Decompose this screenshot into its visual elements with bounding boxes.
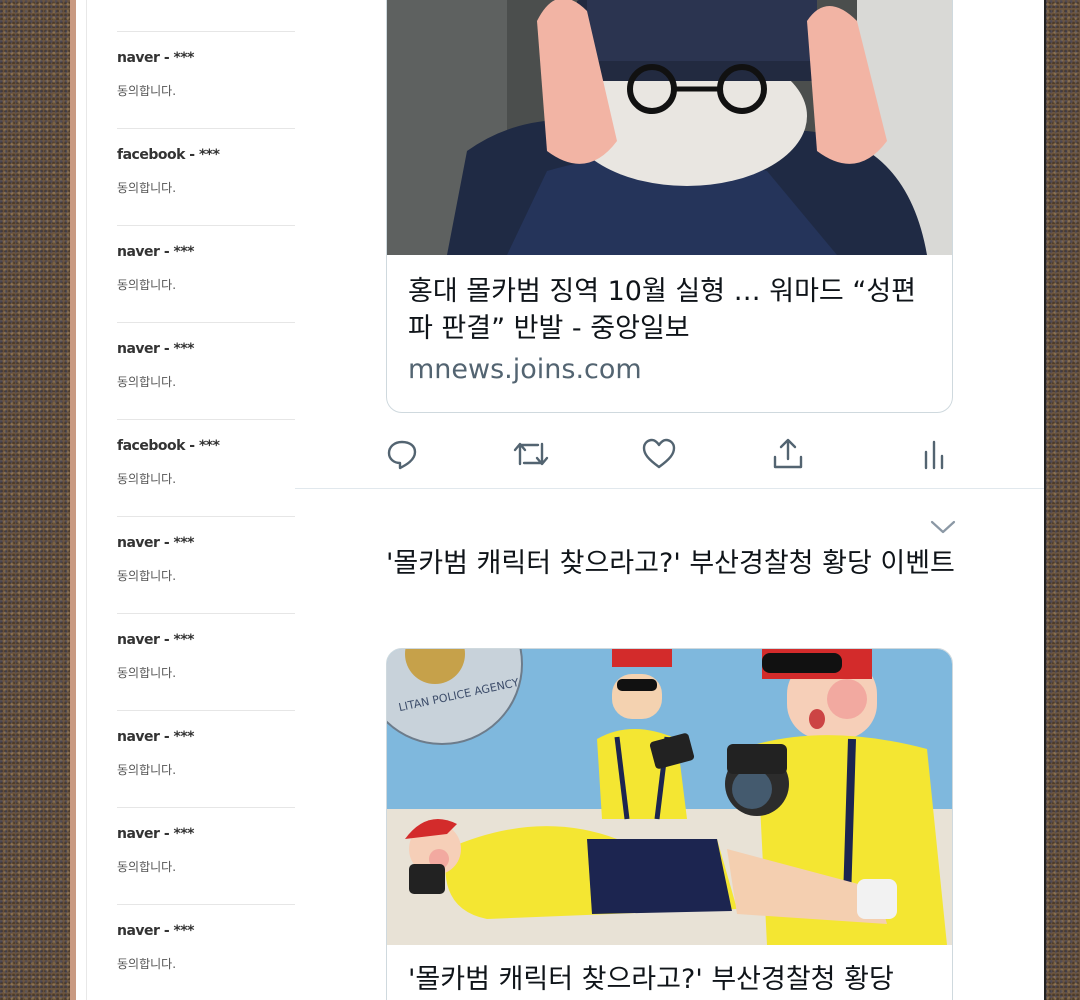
analytics-icon[interactable] [914, 433, 954, 475]
comment-text: 동의합니다. [117, 278, 177, 292]
list-item: naver - *** 동의합니다. [117, 904, 295, 1000]
comment-text: 동의합니다. [117, 181, 177, 195]
tweet-actions [386, 433, 951, 475]
list-item: naver - *** 동의합니다. [117, 225, 295, 322]
card-image: LITAN POLICE AGENCY [387, 649, 952, 945]
reply-icon[interactable] [382, 433, 422, 475]
retweet-icon[interactable] [511, 433, 551, 475]
list-item: facebook - *** 동의합니다. [117, 419, 295, 516]
card-domain: mnews.joins.com [408, 354, 642, 385]
comment-author: naver - *** [117, 50, 194, 66]
comment-text: 동의합니다. [117, 472, 177, 486]
link-card[interactable]: LITAN POLICE AGENCY '몰카범 캐릭터 찾으라고?' 부산경찰… [386, 648, 953, 1000]
list-item: naver - *** 동의합니다. [117, 710, 295, 807]
window-edge [1044, 0, 1046, 1000]
comment-text: 동의합니다. [117, 666, 177, 680]
card-title: '몰카범 캐릭터 찾으라고?' 부산경찰청 황당 [408, 964, 894, 995]
list-item: facebook - *** 동의합니다. [117, 128, 295, 225]
comment-text: 동의합니다. [117, 375, 177, 389]
comment-author: naver - *** [117, 535, 194, 551]
list-item: naver - *** 동의합니다. [117, 516, 295, 613]
comment-author: naver - *** [117, 632, 194, 648]
list-item: naver - *** 동의합니다. [117, 613, 295, 710]
panel-border [86, 0, 87, 1000]
comment-list-panel: naver - *** 동의합니다. facebook - *** 동의합니다.… [76, 0, 296, 1000]
tweet-timeline: 홍대 몰카범 징역 10월 실형 … 워마드 “성편파 판결” 반발 - 중앙일… [295, 0, 1044, 1000]
like-icon[interactable] [639, 433, 679, 475]
card-title: 홍대 몰카범 징역 10월 실형 … 워마드 “성편파 판결” 반발 - 중앙일… [408, 276, 917, 344]
tweet-text: '몰카범 캐릭터 찾으라고?' 부산경찰청 황당 이벤트 [386, 548, 955, 579]
comment-author: naver - *** [117, 923, 194, 939]
tweet-divider [295, 488, 1044, 489]
chevron-down-icon[interactable] [928, 515, 958, 539]
comment-author: naver - *** [117, 244, 194, 260]
comment-text: 동의합니다. [117, 569, 177, 583]
comment-text: 동의합니다. [117, 957, 177, 971]
list-item: naver - *** 동의합니다. [117, 807, 295, 904]
link-card[interactable]: 홍대 몰카범 징역 10월 실형 … 워마드 “성편파 판결” 반발 - 중앙일… [386, 0, 953, 413]
comment-author: naver - *** [117, 826, 194, 842]
comment-text: 동의합니다. [117, 84, 177, 98]
comment-text: 동의합니다. [117, 860, 177, 874]
share-icon[interactable] [768, 433, 808, 475]
comment-author: facebook - *** [117, 438, 220, 454]
comment-text: 동의합니다. [117, 763, 177, 777]
comment-author: naver - *** [117, 341, 194, 357]
comment-author: facebook - *** [117, 147, 220, 163]
comment-author: naver - *** [117, 729, 194, 745]
card-image [387, 0, 952, 255]
list-item: naver - *** 동의합니다. [117, 322, 295, 419]
list-item: naver - *** 동의합니다. [117, 31, 295, 128]
